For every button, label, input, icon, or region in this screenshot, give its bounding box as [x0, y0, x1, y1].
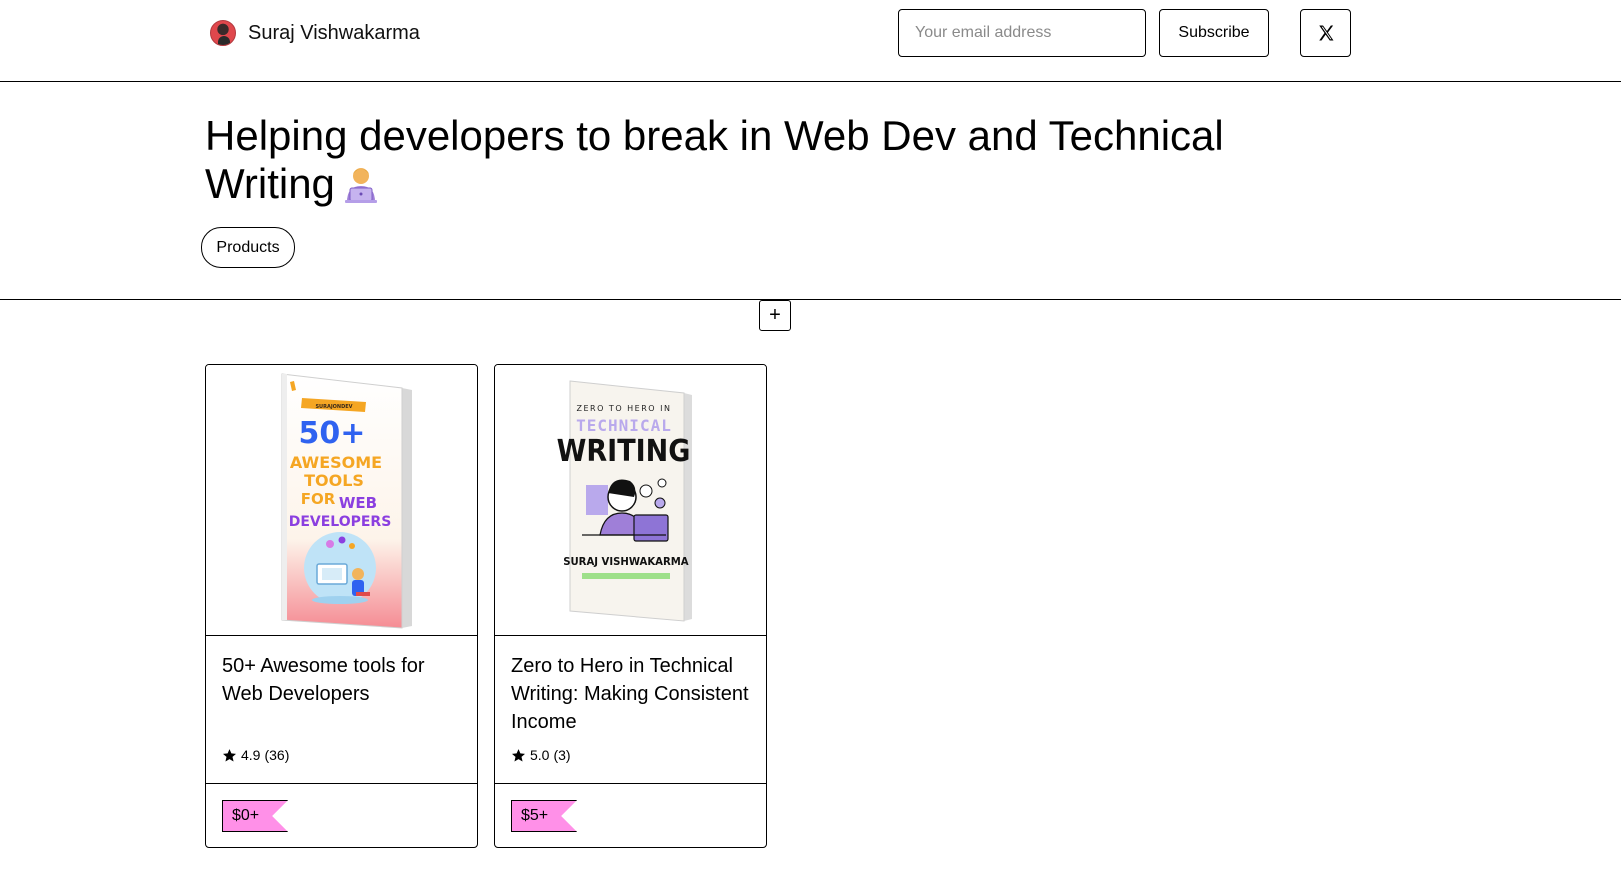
product-card[interactable]: SURAJONDEV 50+ AWESOME TOOLS FOR WEB DEV… [205, 364, 478, 848]
x-social-button[interactable] [1300, 9, 1351, 57]
price-badge: $0+ [222, 800, 288, 832]
svg-text:TOOLS: TOOLS [304, 471, 364, 490]
top-header: Suraj Vishwakarma Subscribe [0, 0, 1621, 82]
product-cover: SURAJONDEV 50+ AWESOME TOOLS FOR WEB DEV… [206, 365, 477, 636]
star-icon [223, 748, 236, 761]
add-section-button[interactable]: + [759, 300, 791, 331]
price-badge: $5+ [511, 800, 577, 832]
page-title: Helping developers to break in Web Dev a… [205, 112, 1305, 214]
product-rating: 4.9 (36) [222, 747, 289, 763]
rating-count: (36) [264, 747, 290, 763]
product-title[interactable]: 50+ Awesome tools for Web Developers [222, 652, 467, 708]
svg-text:50+: 50+ [298, 416, 365, 451]
svg-text:SURAJ VISHWAKARMA: SURAJ VISHWAKARMA [563, 556, 689, 568]
svg-text:WRITING: WRITING [556, 434, 690, 469]
subscribe-button[interactable]: Subscribe [1159, 9, 1269, 57]
product-footer: $0+ [206, 783, 477, 847]
email-field[interactable] [898, 9, 1146, 57]
person-technologist-emoji [341, 164, 381, 214]
product-rating: 5.0 (3) [511, 747, 571, 763]
rating-value: 4.9 [241, 747, 261, 763]
avatar [210, 20, 236, 46]
svg-text:DEVELOPERS: DEVELOPERS [288, 514, 391, 530]
svg-text:WEB: WEB [338, 494, 376, 512]
product-title[interactable]: Zero to Hero in Technical Writing: Makin… [511, 652, 756, 736]
book-cover-image: SURAJONDEV 50+ AWESOME TOOLS FOR WEB DEV… [281, 373, 412, 629]
rating-count: (3) [553, 747, 571, 763]
tab-products[interactable]: Products [201, 227, 295, 268]
svg-text:ZERO TO HERO IN: ZERO TO HERO IN [576, 404, 671, 413]
svg-text:AWESOME: AWESOME [289, 453, 381, 472]
svg-text:TECHNICAL: TECHNICAL [576, 416, 672, 435]
hero-section: Helping developers to break in Web Dev a… [0, 82, 1621, 300]
rating-value: 5.0 [530, 747, 550, 763]
svg-text:FOR: FOR [300, 490, 335, 508]
product-card[interactable]: ZERO TO HERO IN TECHNICAL WRITING SURAJ … [494, 364, 767, 848]
svg-text:SURAJONDEV: SURAJONDEV [315, 404, 352, 410]
star-icon [512, 748, 525, 761]
product-cover: ZERO TO HERO IN TECHNICAL WRITING SURAJ … [495, 365, 766, 636]
product-footer: $5+ [495, 783, 766, 847]
x-logo-icon [1318, 25, 1333, 41]
author-name: Suraj Vishwakarma [248, 21, 420, 44]
book-cover-image: ZERO TO HERO IN TECHNICAL WRITING SURAJ … [556, 380, 692, 622]
author-brand[interactable]: Suraj Vishwakarma [210, 20, 420, 46]
